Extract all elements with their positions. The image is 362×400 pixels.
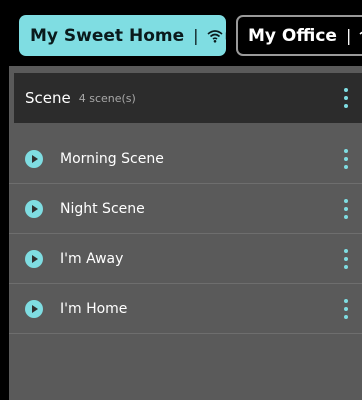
home-tab-strip[interactable]: My Sweet Home | My Office | xyxy=(0,0,362,70)
scene-row-im-away[interactable]: I'm Away xyxy=(9,234,362,284)
kebab-menu-icon[interactable] xyxy=(343,88,349,108)
play-icon[interactable] xyxy=(25,250,43,268)
home-tab-label: My Sweet Home xyxy=(30,25,185,46)
battery-icon xyxy=(225,31,226,40)
scene-name: Morning Scene xyxy=(60,150,164,167)
scene-count: 4 scene(s) xyxy=(78,91,136,105)
app-screen: My Sweet Home | My Office | Scene 4 scen… xyxy=(0,0,362,400)
play-icon[interactable] xyxy=(25,300,43,318)
scene-row-morning-scene[interactable]: Morning Scene xyxy=(9,134,362,184)
home-tab-separator: | xyxy=(193,26,199,45)
kebab-menu-icon[interactable] xyxy=(343,299,349,319)
scene-list: Morning Scene Night Scene I'm Away I'm H… xyxy=(9,134,362,334)
home-tab-separator: | xyxy=(345,26,352,45)
scene-name: I'm Away xyxy=(60,250,124,267)
play-icon[interactable] xyxy=(25,150,43,168)
kebab-menu-icon[interactable] xyxy=(343,149,349,169)
home-tab-my-sweet-home[interactable]: My Sweet Home | xyxy=(19,15,226,56)
kebab-menu-icon[interactable] xyxy=(343,249,349,269)
kebab-menu-icon[interactable] xyxy=(343,199,349,219)
scene-row-night-scene[interactable]: Night Scene xyxy=(9,184,362,234)
scene-name: Night Scene xyxy=(60,200,145,217)
scene-name: I'm Home xyxy=(60,300,128,317)
scene-row-im-home[interactable]: I'm Home xyxy=(9,284,362,334)
scene-header: Scene 4 scene(s) xyxy=(14,73,362,123)
scene-section-title: Scene xyxy=(25,89,71,107)
wifi-icon xyxy=(206,29,223,43)
home-tab-my-office[interactable]: My Office | xyxy=(236,15,362,56)
home-tab-label: My Office xyxy=(248,25,337,46)
play-icon[interactable] xyxy=(25,200,43,218)
scene-panel: Scene 4 scene(s) Morning Scene Night Sce… xyxy=(9,66,362,400)
